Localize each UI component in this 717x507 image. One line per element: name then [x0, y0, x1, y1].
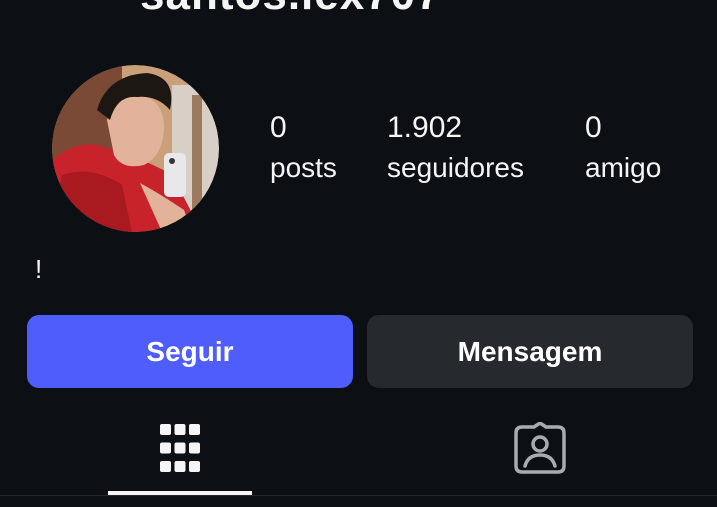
message-button[interactable]: Mensagem	[367, 315, 693, 388]
top-bar: santos.lex707	[0, 0, 717, 19]
stat-posts[interactable]: 0 posts	[270, 110, 337, 186]
arrow-left-icon[interactable]	[28, 0, 42, 2]
chevron-down-icon[interactable]	[636, 0, 654, 2]
tab-tagged[interactable]	[468, 405, 612, 495]
tabs-divider	[0, 495, 717, 496]
grid-icon	[159, 423, 201, 478]
profile-page: santos.lex707	[0, 0, 717, 507]
tagged-person-icon	[514, 420, 566, 479]
stat-followers[interactable]: 1.902 seguidores	[387, 110, 524, 186]
followers-label: seguidores	[387, 152, 524, 183]
profile-username: santos.lex707	[140, 0, 442, 20]
follow-button[interactable]: Seguir	[27, 315, 353, 388]
posts-count: 0	[270, 111, 287, 144]
avatar[interactable]	[52, 65, 219, 232]
friends-count: 0	[585, 111, 602, 144]
friends-label: amigo	[585, 152, 662, 183]
bio-text: !	[35, 254, 43, 284]
posts-label: posts	[270, 152, 337, 183]
followers-count: 1.902	[387, 111, 463, 144]
tab-posts-grid[interactable]	[108, 405, 252, 495]
stat-friends[interactable]: 0 amigo	[585, 110, 661, 186]
